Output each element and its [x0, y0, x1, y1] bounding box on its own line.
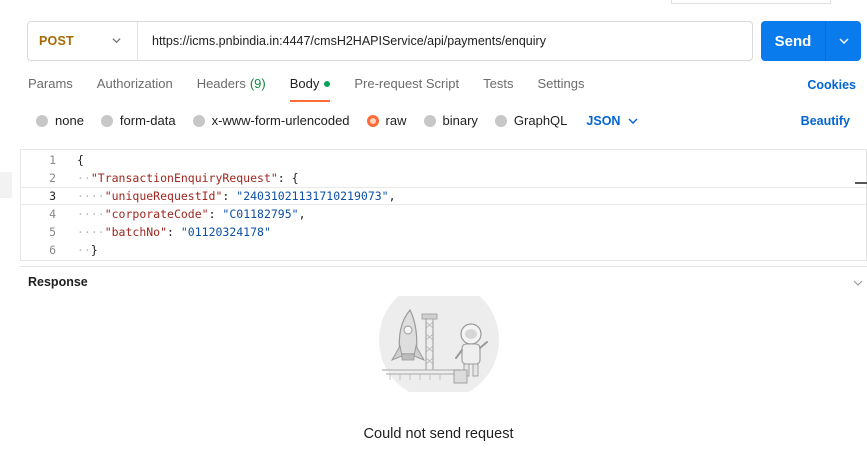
radio-icon [423, 114, 436, 127]
line-number: 5 [49, 225, 56, 239]
editor-line: 6 ··} [21, 241, 867, 259]
tab-label: Headers [196, 76, 246, 91]
send-label: Send [774, 32, 812, 50]
radio-icon [100, 114, 113, 127]
tab-authorization[interactable]: Authorization [97, 76, 173, 102]
gutter-marker [0, 172, 12, 198]
body-option-none[interactable]: none [36, 113, 84, 128]
tab-label: Settings [537, 76, 585, 91]
tab-label: Pre-request Script [354, 76, 460, 91]
option-label: none [55, 113, 84, 128]
body-option-raw[interactable]: raw [366, 113, 407, 128]
code-text: { [77, 153, 84, 167]
radio-selected-icon [366, 114, 379, 127]
body-modified-dot-icon [324, 81, 331, 87]
editor-line: 4 ····"corporateCode": "C01182795", [21, 205, 867, 223]
code-text: ··} [77, 243, 98, 257]
left-gutter [0, 0, 12, 464]
option-label: binary [442, 113, 478, 128]
response-error-message: Could not send request [363, 426, 514, 442]
radio-icon [192, 114, 205, 127]
response-divider[interactable] [20, 266, 867, 267]
option-label: form-data [119, 113, 176, 128]
tab-body[interactable]: Body [289, 76, 331, 102]
scrollbar-marker [855, 182, 867, 184]
method-dropdown[interactable]: POST [28, 22, 138, 60]
body-type-options: none form-data x-www-form-urlencoded raw… [36, 113, 638, 128]
option-label: x-www-form-urlencoded [211, 113, 350, 128]
line-number: 1 [49, 153, 56, 167]
tab-tests[interactable]: Tests [483, 76, 513, 102]
tab-label: Tests [483, 76, 514, 91]
response-title: Response [28, 275, 88, 289]
json-key: "TransactionEnquiryRequest" [90, 171, 278, 185]
body-option-graphql[interactable]: GraphQL [494, 113, 568, 128]
option-label: GraphQL [513, 113, 568, 128]
json-key: "uniqueRequestId" [104, 189, 223, 203]
headers-count: (9) [249, 76, 266, 91]
json-value: "C01182795" [222, 207, 299, 221]
code-text: ····"corporateCode": "C01182795", [77, 207, 306, 221]
body-option-binary[interactable]: binary [423, 113, 478, 128]
radio-icon [36, 114, 48, 127]
body-option-form-data[interactable]: form-data [100, 113, 176, 128]
tab-label: Body [289, 76, 320, 91]
tab-pre-request-script[interactable]: Pre-request Script [354, 76, 459, 102]
send-button[interactable]: Send [761, 21, 861, 61]
url-input[interactable]: https://icms.pnbindia.in:4447/cmsH2HAPIS… [138, 22, 752, 60]
editor-line: 2 ··"TransactionEnquiryRequest": { [21, 169, 867, 187]
json-value: "01120324178" [180, 225, 271, 239]
line-number: 2 [49, 171, 56, 185]
line-number: 3 [49, 189, 56, 203]
code-text: ····"uniqueRequestId": "2403102113171021… [77, 189, 396, 203]
cookies-link[interactable]: Cookies [807, 78, 856, 92]
rocket-astronaut-illustration [379, 296, 499, 392]
body-format-dropdown[interactable]: JSON [586, 114, 638, 128]
body-option-urlencoded[interactable]: x-www-form-urlencoded [192, 113, 350, 128]
tab-headers[interactable]: Headers (9) [197, 76, 266, 102]
line-number: 6 [49, 243, 56, 257]
request-url-bar: POST https://icms.pnbindia.in:4447/cmsH2… [27, 21, 753, 61]
editor-line: 1 { [21, 151, 867, 169]
code-text: ····"batchNo": "01120324178" [77, 225, 271, 239]
chevron-down-icon [112, 38, 121, 44]
json-key: "corporateCode" [104, 207, 209, 221]
chevron-down-icon [839, 38, 848, 44]
tab-label: Authorization [96, 76, 173, 91]
json-key: "batchNo" [104, 225, 168, 239]
editor-line-current: 3 ····"uniqueRequestId": "24031021131710… [21, 187, 867, 205]
code-text: ··"TransactionEnquiryRequest": { [77, 171, 299, 185]
chevron-down-icon [628, 118, 638, 124]
beautify-button[interactable]: Beautify [801, 114, 850, 128]
line-number: 4 [49, 207, 56, 221]
method-label: POST [39, 34, 74, 48]
editor-line: 5 ····"batchNo": "01120324178" [21, 223, 867, 241]
body-format-label: JSON [586, 113, 621, 128]
radio-icon [494, 114, 507, 127]
tab-label: Params [28, 76, 73, 91]
json-value: "24031021131710219073" [236, 189, 389, 203]
request-tabs: Params Authorization Headers (9) Body Pre… [28, 76, 608, 102]
chevron-down-icon[interactable] [853, 278, 863, 288]
top-toolbar-stub [671, 0, 831, 4]
tab-settings[interactable]: Settings [537, 76, 584, 102]
request-body-editor[interactable]: 1 { 2 ··"TransactionEnquiryRequest": { 3… [20, 149, 867, 261]
send-options-button[interactable] [826, 36, 861, 46]
tab-params[interactable]: Params [28, 76, 73, 102]
option-label: raw [385, 113, 407, 128]
